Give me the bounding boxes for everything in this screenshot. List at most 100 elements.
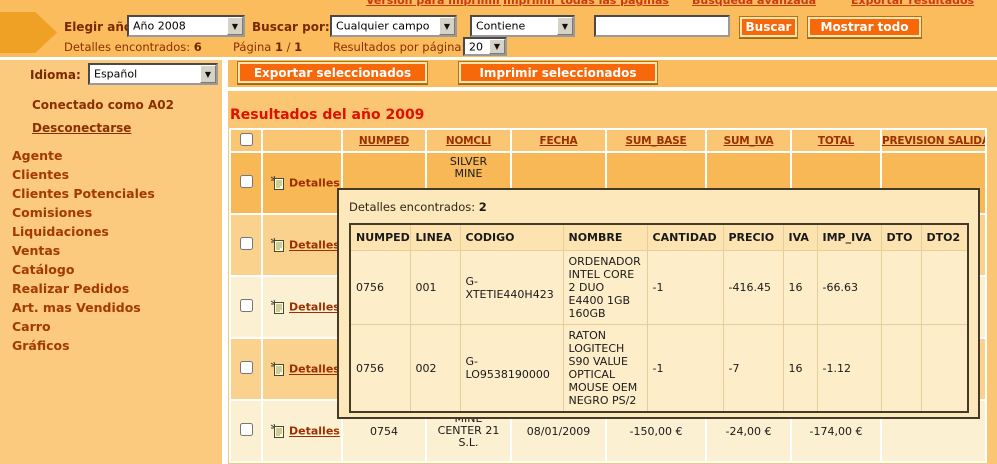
arrow-decoration-icon xyxy=(0,12,57,53)
column-header-sum-iva[interactable]: SUM_IVA xyxy=(706,129,791,152)
popup-row: 0756 001 G-XTETIE440H423 ORDENADOR INTEL… xyxy=(350,251,968,325)
row-checkbox[interactable] xyxy=(240,361,253,374)
popup-col-numped: NUMPED xyxy=(350,224,410,251)
sidebar-menu: Agente Clientes Clientes Potenciales Com… xyxy=(12,146,155,355)
popup-cell-iva: 16 xyxy=(783,325,817,413)
column-header-numped[interactable]: NUMPED xyxy=(342,129,426,152)
select-all-checkbox[interactable] xyxy=(240,133,253,146)
language-label: Idioma: xyxy=(30,68,81,82)
column-header-nomcli[interactable]: NOMCLI xyxy=(426,129,511,152)
page-title: Resultados del año 2009 xyxy=(230,107,424,123)
vertical-divider xyxy=(222,57,228,464)
details-note-icon xyxy=(270,299,286,315)
details-note-icon xyxy=(270,237,286,253)
chevron-down-icon[interactable]: ▼ xyxy=(227,17,243,35)
row-checkbox[interactable] xyxy=(240,237,253,250)
export-selected-button[interactable]: Exportar seleccionados xyxy=(237,61,428,84)
chevron-down-icon[interactable]: ▼ xyxy=(489,39,505,54)
search-field-select[interactable]: Cualquier campo ▼ xyxy=(330,15,457,37)
details-link[interactable]: Detalles xyxy=(270,424,340,437)
popup-header-row: NUMPED LINEA CODIGO NOMBRE CANTIDAD PREC… xyxy=(350,224,968,251)
search-input[interactable] xyxy=(594,15,730,37)
sidebar-item-clientes-potenciales[interactable]: Clientes Potenciales xyxy=(12,184,155,203)
chevron-down-icon[interactable]: ▼ xyxy=(439,17,455,35)
results-header-row: NUMPED NOMCLI FECHA SUM_BASE SUM_IVA TOT… xyxy=(230,129,986,152)
popup-table: NUMPED LINEA CODIGO NOMBRE CANTIDAD PREC… xyxy=(349,223,969,413)
link-print-version[interactable]: Versión para imprimir xyxy=(366,0,501,7)
sidebar-item-catalogo[interactable]: Catálogo xyxy=(12,260,155,279)
popup-col-precio: PRECIO xyxy=(723,224,783,251)
sidebar-item-art-mas-vendidos[interactable]: Art. mas Vendidos xyxy=(12,298,155,317)
print-selected-button[interactable]: Imprimir seleccionados xyxy=(458,61,658,84)
page-separator: / xyxy=(287,40,291,54)
details-link[interactable]: Detalles xyxy=(270,300,340,313)
sidebar-item-comisiones[interactable]: Comisiones xyxy=(12,203,155,222)
operator-select[interactable]: Contiene ▼ xyxy=(470,15,575,37)
page-current: 1 xyxy=(275,40,283,54)
sidebar-item-agente[interactable]: Agente xyxy=(12,146,155,165)
per-page-label: Resultados por página: xyxy=(333,40,465,54)
search-by-label: Buscar por: xyxy=(252,20,330,34)
year-select[interactable]: Año 2008 ▼ xyxy=(127,15,245,37)
details-found-count: 6 xyxy=(194,40,202,54)
details-link[interactable]: Detalles xyxy=(270,362,340,375)
column-header-sum-base[interactable]: SUM_BASE xyxy=(606,129,706,152)
search-field-value: Cualquier campo xyxy=(336,20,429,33)
popup-cell-dto xyxy=(881,251,921,325)
search-button[interactable]: Buscar xyxy=(739,16,798,38)
chevron-down-icon[interactable]: ▼ xyxy=(200,65,216,83)
popup-cell-nombre: RATON LOGITECH S90 VALUE OPTICAL MOUSE O… xyxy=(563,325,647,413)
chevron-down-icon[interactable]: ▼ xyxy=(557,17,573,35)
sidebar-item-clientes[interactable]: Clientes xyxy=(12,165,155,184)
column-header-prevision-salida[interactable]: PREVISION SALIDA xyxy=(881,129,986,152)
show-all-button[interactable]: Mostrar todo xyxy=(807,16,922,38)
details-note-icon xyxy=(270,175,286,191)
popup-col-iva: IVA xyxy=(783,224,817,251)
popup-cell-linea: 001 xyxy=(410,251,460,325)
details-found-summary: Detalles encontrados: 6 xyxy=(64,40,202,54)
app-window: Versión para imprimir Imprimir todas las… xyxy=(0,0,997,464)
popup-details-count: 2 xyxy=(479,200,487,214)
operator-value: Contiene xyxy=(476,20,525,33)
popup-cell-codigo: G-XTETIE440H423 xyxy=(460,251,563,325)
link-export-results[interactable]: Exportar resultados xyxy=(851,0,974,7)
popup-cell-dto2 xyxy=(921,251,968,325)
column-header-fecha[interactable]: FECHA xyxy=(511,129,606,152)
popup-cell-cantidad: -1 xyxy=(647,251,723,325)
popup-cell-nombre: ORDENADOR INTEL CORE 2 DUO E4400 1GB 160… xyxy=(563,251,647,325)
per-page-select[interactable]: 20 ▼ xyxy=(463,37,507,56)
sidebar-item-liquidaciones[interactable]: Liquidaciones xyxy=(12,222,155,241)
sidebar-item-graficos[interactable]: Gráficos xyxy=(12,336,155,355)
link-print-all-pages[interactable]: Imprimir todas las páginas xyxy=(503,0,669,7)
column-header-total[interactable]: TOTAL xyxy=(791,129,881,152)
link-advanced-search[interactable]: Búsqueda avanzada xyxy=(692,0,816,7)
popup-col-cantidad: CANTIDAD xyxy=(647,224,723,251)
popup-cell-imp-iva: -1.12 xyxy=(817,325,881,413)
language-select[interactable]: Español ▼ xyxy=(88,63,218,85)
sidebar-item-realizar-pedidos[interactable]: Realizar Pedidos xyxy=(12,279,155,298)
row-checkbox[interactable] xyxy=(240,423,253,436)
popup-cell-numped: 0756 xyxy=(350,251,410,325)
popup-col-nombre: NOMBRE xyxy=(563,224,647,251)
details-link[interactable]: Detalles xyxy=(270,176,340,189)
popup-col-codigo: CODIGO xyxy=(460,224,563,251)
popup-col-dto: DTO xyxy=(881,224,921,251)
sidebar-item-ventas[interactable]: Ventas xyxy=(12,241,155,260)
disconnect-link[interactable]: Desconectarse xyxy=(32,121,131,135)
details-note-icon xyxy=(270,423,286,439)
details-link[interactable]: Detalles xyxy=(270,238,340,251)
popup-cell-codigo: G-LO9538190000 xyxy=(460,325,563,413)
row-checkbox[interactable] xyxy=(240,175,253,188)
popup-cell-dto2 xyxy=(921,325,968,413)
details-popup: Detalles encontrados: 2 NUMPED LINEA COD… xyxy=(337,188,980,419)
year-select-value: Año 2008 xyxy=(133,20,186,33)
popup-cell-imp-iva: -66.63 xyxy=(817,251,881,325)
connected-as-label: Conectado como A02 xyxy=(32,98,174,112)
sidebar: Idioma: Español ▼ Conectado como A02 Des… xyxy=(0,60,222,464)
per-page-value: 20 xyxy=(469,40,483,53)
sidebar-item-carro[interactable]: Carro xyxy=(12,317,155,336)
popup-row: 0756 002 G-LO9538190000 RATON LOGITECH S… xyxy=(350,325,968,413)
row-checkbox[interactable] xyxy=(240,299,253,312)
popup-col-imp-iva: IMP_IVA xyxy=(817,224,881,251)
popup-cell-iva: 16 xyxy=(783,251,817,325)
